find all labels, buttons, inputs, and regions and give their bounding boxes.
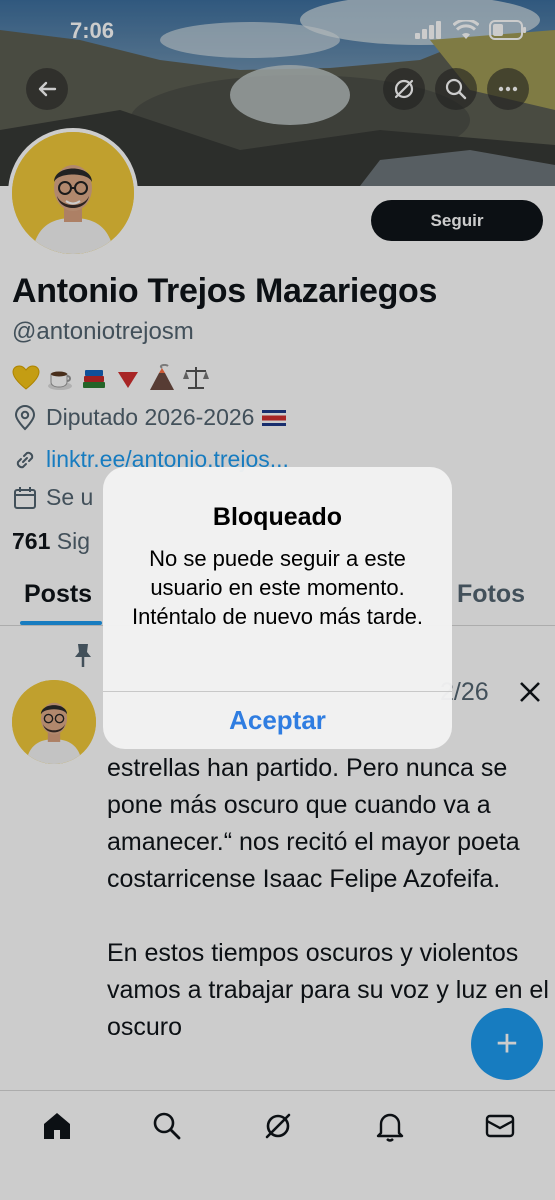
alert-title: Bloqueado xyxy=(212,503,343,531)
alert-message: No se puede seguir a este usuario en est… xyxy=(131,546,424,629)
profile-page: 7:06 Seguir Antonio Trejos Mazariegos @a… xyxy=(0,0,555,1200)
blocked-alert-dialog: Bloqueado No se puede seguir a este usua… xyxy=(103,467,452,749)
accept-button[interactable]: Aceptar xyxy=(103,692,452,749)
